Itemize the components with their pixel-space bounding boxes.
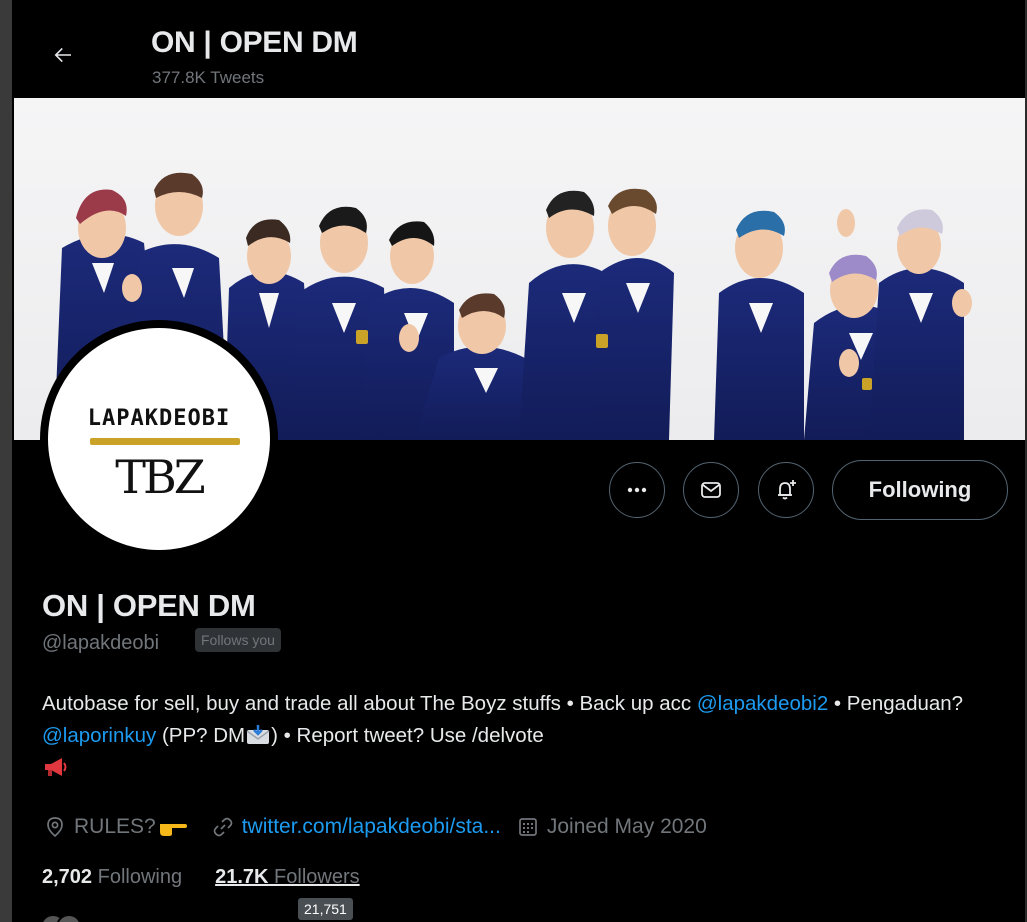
profile-meta: RULES? twitter.com/lapakdeobi/sta... Joi… xyxy=(44,810,723,844)
joined-item: Joined May 2020 xyxy=(517,815,707,839)
followers-stat-link[interactable]: 21.7K Followers xyxy=(215,866,360,889)
avatar-logo: LAPAKDEOBI TBZ xyxy=(48,328,270,550)
envelope-arrow-emoji-icon xyxy=(246,725,270,744)
follows-you-badge: Follows you xyxy=(195,628,281,652)
logo-gold-bar xyxy=(90,438,240,445)
bell-plus-icon xyxy=(778,480,796,500)
following-stat-link[interactable]: 2,702 Following xyxy=(42,866,182,889)
back-button[interactable] xyxy=(46,38,80,72)
notifications-button[interactable] xyxy=(758,462,814,518)
followed-by-row[interactable] xyxy=(40,914,1010,922)
header-title: ON | OPEN DM xyxy=(151,26,358,59)
link-chain-icon xyxy=(213,817,233,837)
calendar-icon xyxy=(518,818,537,836)
arrow-left-icon xyxy=(54,47,71,63)
logo-text-top: LAPAKDEOBI xyxy=(87,406,231,431)
following-button[interactable]: Following xyxy=(832,460,1008,520)
message-button[interactable] xyxy=(683,462,739,518)
website-item: twitter.com/lapakdeobi/sta... xyxy=(212,815,501,839)
bio-mention-link[interactable]: @laporinkuy xyxy=(42,724,156,747)
bio-text: ) • Report tweet? Use /delvote xyxy=(271,724,544,747)
loudspeaker-emoji-icon xyxy=(45,758,67,776)
followers-tooltip: 21,751 xyxy=(298,898,353,920)
envelope-icon xyxy=(701,482,721,498)
location-pin-icon xyxy=(47,817,63,838)
bio-text: (PP? DM xyxy=(156,724,246,747)
profile-avatar[interactable]: LAPAKDEOBI TBZ xyxy=(40,320,278,558)
followers-count: 21.7K xyxy=(215,866,269,888)
profile-name: ON | OPEN DM xyxy=(42,588,256,623)
profile-handle: @lapakdeobi xyxy=(42,632,160,654)
location-text: RULES? xyxy=(74,815,156,838)
bio-text: • Pengaduan? xyxy=(828,692,964,715)
header-tweet-count: 377.8K Tweets xyxy=(152,68,265,87)
profile-stats: 2,702 Following 21.7K Followers xyxy=(42,866,393,889)
more-options-button[interactable] xyxy=(609,462,665,518)
location-item: RULES? xyxy=(44,815,196,839)
website-link[interactable]: twitter.com/lapakdeobi/sta... xyxy=(242,815,501,839)
more-dots-icon xyxy=(627,487,647,493)
window-edge-left xyxy=(0,0,12,922)
logo-text-bottom: TBZ xyxy=(115,450,205,504)
following-label: Following xyxy=(92,866,183,888)
pointing-hand-emoji-icon xyxy=(159,824,187,836)
following-count: 2,702 xyxy=(42,866,93,888)
profile-header: ON | OPEN DM 377.8K Tweets xyxy=(14,0,1025,98)
bio-mention-link[interactable]: @lapakdeobi2 xyxy=(697,692,828,715)
bio-text: Autobase for sell, buy and trade all abo… xyxy=(42,692,697,715)
profile-bio: Autobase for sell, buy and trade all abo… xyxy=(42,688,1012,784)
followers-label: Followers xyxy=(268,866,360,888)
profile-page: ON | OPEN DM 377.8K Tweets LAPAKDEOBI TB… xyxy=(0,0,1027,922)
joined-text: Joined May 2020 xyxy=(546,815,707,838)
